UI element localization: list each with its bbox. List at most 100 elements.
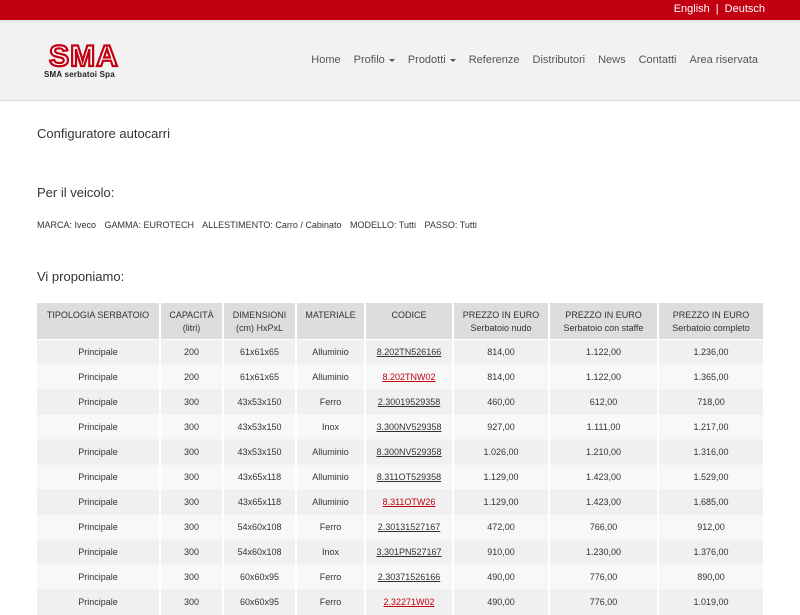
cell-capacita: 300 — [160, 538, 224, 565]
nav-area-riservata[interactable]: Area riservata — [690, 54, 758, 66]
cell-codice: 2.32271W02 — [365, 588, 454, 615]
table-row: Principale 200 61x61x65 Alluminio 8.202TN526… — [37, 338, 765, 365]
product-code-link[interactable]: 2.30019529358 — [378, 397, 441, 407]
price-table: TIPOLOGIA SERBATOIO CAPACITÀ (litri) DIMENS… — [37, 303, 765, 615]
cell-tipologia: Principale — [37, 338, 161, 365]
nav-home[interactable]: Home — [311, 54, 340, 66]
company-logo[interactable]: SMA SMA serbatoi Spa — [42, 40, 132, 84]
cell-dimensioni: 54x60x108 — [223, 538, 297, 565]
column-header-line: PREZZO IN EURO — [672, 310, 750, 320]
cell-capacita: 200 — [160, 338, 224, 365]
product-code-link[interactable]: 2.32271W02 — [383, 597, 434, 607]
language-english-link[interactable]: English — [674, 3, 710, 15]
cell-materiale: Alluminio — [296, 463, 366, 490]
table-row: Principale 300 43x65x118 Alluminio 8.311OT52… — [37, 463, 765, 490]
column-header-line: CAPACITÀ — [169, 310, 214, 320]
cell-capacita: 300 — [160, 463, 224, 490]
table-body: Principale 200 61x61x65 Alluminio 8.202TN526… — [37, 338, 765, 615]
product-code-link[interactable]: 2.30371526166 — [378, 572, 441, 582]
cell-completo: 1.316,00 — [658, 438, 765, 465]
cell-tipologia: Principale — [37, 488, 161, 515]
cell-nudo: 927,00 — [453, 413, 550, 440]
product-code-link[interactable]: 3.301PN527167 — [376, 547, 441, 557]
cell-capacita: 300 — [160, 388, 224, 415]
cell-tipologia: Principale — [37, 438, 161, 465]
cell-staffe: 1.423,00 — [549, 463, 659, 490]
column-header-line: PREZZO IN EURO — [565, 310, 642, 320]
cell-codice: 8.202TNW02 — [365, 363, 454, 390]
column-header-line: (cm) HxPxL — [236, 323, 283, 333]
cell-codice: 2.30371526166 — [365, 563, 454, 590]
product-code-link[interactable]: 8.311OT529358 — [377, 472, 441, 482]
column-header-line: PREZZO IN EURO — [462, 310, 540, 320]
cell-codice: 2.30131527167 — [365, 513, 454, 540]
top-bar: English | Deutsch — [0, 0, 800, 23]
cell-materiale: Ferro — [296, 563, 366, 590]
column-header-materiale: MATERIALE — [296, 303, 366, 339]
product-code-link[interactable]: 8.202TNW02 — [382, 372, 435, 382]
product-code-link[interactable]: 8.300NV529358 — [376, 447, 441, 457]
language-deutsch-link[interactable]: Deutsch — [725, 3, 765, 15]
product-code-link[interactable]: 8.311OTW26 — [383, 497, 436, 507]
cell-nudo: 472,00 — [453, 513, 550, 540]
cell-materiale: Alluminio — [296, 438, 366, 465]
nav-referenze-label: Referenze — [468, 54, 520, 66]
nav-news[interactable]: News — [598, 54, 626, 66]
cell-capacita: 300 — [160, 563, 224, 590]
filter-passo: PASSO: Tutti — [424, 220, 477, 230]
nav-area-riservata-label: Area riservata — [689, 54, 758, 66]
main-nav: Home Profilo Prodotti Referenze Distribu… — [298, 54, 758, 66]
product-code-link[interactable]: 2.30131527167 — [378, 522, 441, 532]
nav-contatti[interactable]: Contatti — [639, 54, 677, 66]
cell-staffe: 1.230,00 — [549, 538, 659, 565]
nav-prodotti[interactable]: Prodotti — [408, 54, 456, 66]
svg-text:SMA: SMA — [49, 40, 119, 72]
table-row: Principale 300 43x53x150 Alluminio 8.300NV52… — [37, 438, 765, 465]
cell-capacita: 300 — [160, 413, 224, 440]
column-header-prezzo-staffe: PREZZO IN EURO Serbatoio con staffe — [549, 303, 659, 339]
column-header-line: (litri) — [182, 323, 201, 333]
vehicle-heading: Per il veicolo: — [37, 185, 115, 200]
chevron-down-icon — [388, 58, 395, 62]
cell-nudo: 814,00 — [453, 338, 550, 365]
cell-completo: 1.019,00 — [658, 588, 765, 615]
cell-dimensioni: 43x53x150 — [223, 388, 297, 415]
nav-distributori[interactable]: Distributori — [533, 54, 586, 66]
column-header-codice: CODICE — [365, 303, 454, 339]
cell-codice: 8.311OT529358 — [365, 463, 454, 490]
cell-staffe: 766,00 — [549, 513, 659, 540]
filter-modello: MODELLO: Tutti — [349, 220, 416, 230]
cell-codice: 8.300NV529358 — [365, 438, 454, 465]
cell-tipologia: Principale — [37, 363, 161, 390]
column-header-line: DIMENSIONI — [232, 310, 287, 320]
cell-dimensioni: 43x65x118 — [223, 463, 297, 490]
cell-staffe: 1.122,00 — [549, 338, 659, 365]
table-row: Principale 300 43x65x118 Alluminio 8.311OTW2… — [37, 488, 765, 515]
cell-completo: 912,00 — [658, 513, 765, 540]
cell-completo: 1.217,00 — [658, 413, 765, 440]
table-row: Principale 300 54x60x108 Ferro 2.30131527167… — [37, 513, 765, 540]
nav-home-label: Home — [311, 54, 341, 66]
cell-dimensioni: 61x61x65 — [223, 363, 297, 390]
cell-dimensioni: 43x53x150 — [223, 413, 297, 440]
cell-staffe: 776,00 — [549, 563, 659, 590]
nav-distributori-label: Distributori — [532, 54, 586, 66]
nav-contatti-label: Contatti — [638, 54, 677, 66]
cell-completo: 718,00 — [658, 388, 765, 415]
column-header-line: CODICE — [391, 310, 427, 320]
cell-dimensioni: 61x61x65 — [223, 338, 297, 365]
nav-referenze[interactable]: Referenze — [469, 54, 520, 66]
cell-nudo: 1.129,00 — [453, 488, 550, 515]
chevron-down-icon — [449, 58, 456, 62]
cell-dimensioni: 43x53x150 — [223, 438, 297, 465]
column-header-tipologia: TIPOLOGIA SERBATOIO — [37, 303, 161, 339]
cell-codice: 3.300NV529358 — [365, 413, 454, 440]
product-code-link[interactable]: 3.300NV529358 — [376, 422, 441, 432]
cell-staffe: 1.122,00 — [549, 363, 659, 390]
product-code-link[interactable]: 8.202TN526166 — [377, 347, 442, 357]
cell-completo: 1.376,00 — [658, 538, 765, 565]
cell-staffe: 1.210,00 — [549, 438, 659, 465]
cell-tipologia: Principale — [37, 388, 161, 415]
nav-profilo[interactable]: Profilo — [354, 54, 395, 66]
cell-materiale: Alluminio — [296, 488, 366, 515]
